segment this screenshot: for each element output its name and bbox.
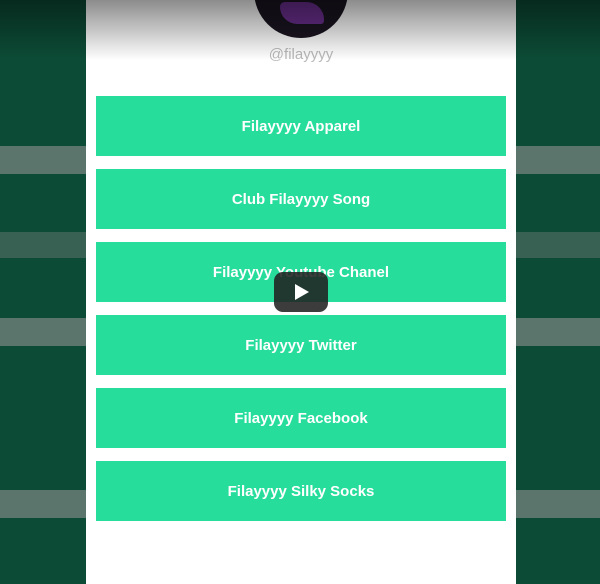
avatar [254, 0, 348, 38]
link-button-song[interactable]: Club Filayyyy Song [96, 169, 506, 229]
link-button-facebook[interactable]: Filayyyy Facebook [96, 388, 506, 448]
link-button-apparel[interactable]: Filayyyy Apparel [96, 96, 506, 156]
video-thumbnail[interactable]: @filayyyy Filayyyy Apparel Club Filayyyy… [0, 0, 600, 584]
play-icon [295, 284, 309, 300]
profile-handle: @filayyyy [268, 46, 334, 63]
link-button-socks[interactable]: Filayyyy Silky Socks [96, 461, 506, 521]
play-button[interactable] [274, 272, 328, 312]
link-button-twitter[interactable]: Filayyyy Twitter [96, 315, 506, 375]
avatar-logo-icon [280, 2, 324, 24]
